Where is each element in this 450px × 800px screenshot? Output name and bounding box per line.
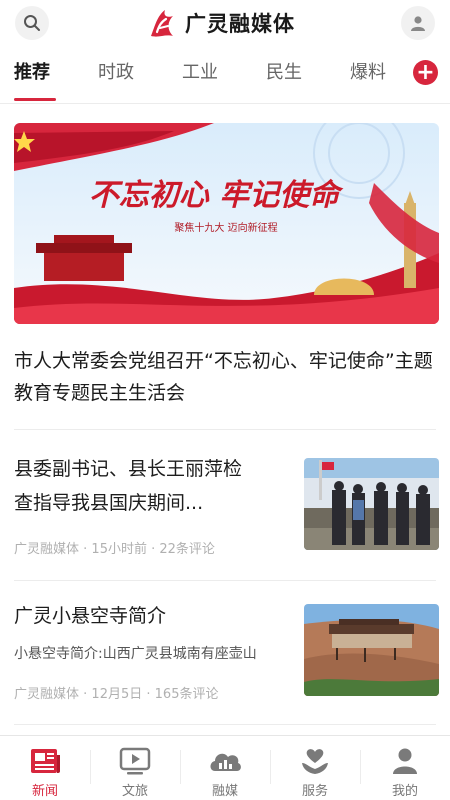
tab-industry[interactable]: 工业 [182,58,218,84]
news-source: 广灵融媒体 [14,542,80,557]
newspaper-icon [31,749,60,773]
tab-tipoff[interactable]: 爆料 [350,58,386,84]
nav-media[interactable]: 融媒 [180,736,270,800]
active-tab-indicator [14,98,56,101]
heart-hand-icon [302,749,328,774]
app-screen: 广灵融媒体 推荐 时政 工业 民生 爆料 + 不忘初心 牢记使命 聚焦十九大 迈… [0,0,450,800]
nav-profile[interactable]: 我的 [360,736,450,800]
app-header: 广灵融媒体 [0,0,450,46]
cloud-chart-icon [210,753,241,771]
nav-culture-travel[interactable]: 文旅 [90,736,180,800]
banner-slogan: 不忘初心 牢记使命 [89,178,344,213]
banner-subtitle: 聚焦十九大 迈向新征程 [174,221,277,234]
logo-icon [151,10,173,37]
profile-button[interactable] [401,6,435,40]
news-title-line1[interactable]: 县委副书记、县长王丽萍检 [14,453,242,485]
tab-politics[interactable]: 时政 [98,58,134,84]
divider [14,724,436,725]
tab-livelihood[interactable]: 民生 [266,58,302,84]
channel-tabs: 推荐 时政 工业 民生 爆料 + [0,48,450,104]
user-icon [393,748,417,774]
news-summary: 小悬空寺简介:山西广灵县城南有座壶山 [14,646,257,662]
divider [14,429,436,430]
banner-image[interactable]: 不忘初心 牢记使命 聚焦十九大 迈向新征程 [14,123,439,324]
nav-news[interactable]: 新闻 [0,736,90,800]
news-title-line2[interactable]: 查指导我县国庆期间... [14,487,203,519]
add-channel-button[interactable]: + [413,60,438,85]
news-time: 12月5日 [91,687,143,702]
nav-services[interactable]: 服务 [270,736,360,800]
bottom-navigation: 新闻 文旅 融媒 服务 我的 [0,735,450,800]
news-time: 15小时前 [91,542,147,557]
news-comments: 165条评论 [154,687,219,702]
app-logo: 广灵融媒体 [145,5,295,41]
nav-label: 我的 [391,784,418,799]
nav-label: 融媒 [211,784,238,799]
search-button[interactable] [15,6,49,40]
headline-title[interactable]: 市人大常委会党组召开“不忘初心、牢记使命”主题教育专题民主生活会 [14,345,434,409]
search-icon [24,15,40,31]
news-thumbnail[interactable] [304,458,439,550]
news-meta: 广灵融媒体 · 12月5日 · 165条评论 [14,687,219,702]
news-source: 广灵融媒体 [14,687,80,702]
nav-label: 新闻 [31,784,58,799]
play-icon [119,747,151,775]
news-thumbnail[interactable] [304,604,439,696]
user-icon [411,16,425,31]
divider [14,580,436,581]
nav-label: 文旅 [121,784,148,799]
nav-label: 服务 [301,784,328,799]
news-meta: 广灵融媒体 · 15小时前 · 22条评论 [14,542,215,557]
tab-recommend[interactable]: 推荐 [14,58,50,84]
app-title: 广灵融媒体 [185,12,295,36]
news-comments: 22条评论 [159,542,215,557]
news-title[interactable]: 广灵小悬空寺简介 [14,600,166,632]
